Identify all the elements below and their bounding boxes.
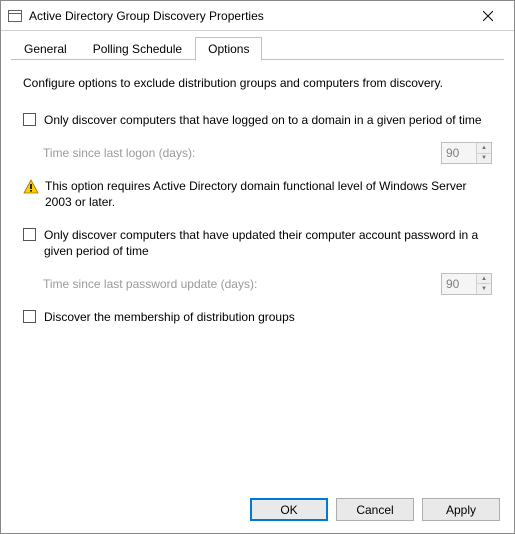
spinner-logon-days[interactable]: 90 ▲ ▼ [441,142,492,164]
option-logon-row: Only discover computers that have logged… [23,112,492,128]
ok-button[interactable]: OK [250,498,328,521]
spinner-password-buttons: ▲ ▼ [476,274,491,294]
intro-text: Configure options to exclude distributio… [23,76,492,90]
spinner-password-days[interactable]: 90 ▲ ▼ [441,273,492,295]
titlebar: Active Directory Group Discovery Propert… [1,1,514,31]
warning-text: This option requires Active Directory do… [45,178,492,210]
subrow-logon-days: Time since last logon (days): 90 ▲ ▼ [43,142,492,164]
label-distribution: Discover the membership of distribution … [44,309,492,325]
window-title: Active Directory Group Discovery Propert… [29,9,468,23]
apply-button[interactable]: Apply [422,498,500,521]
close-button[interactable] [468,2,508,30]
app-icon [7,8,23,24]
dialog-footer: OK Cancel Apply [1,488,514,533]
spinner-logon-buttons: ▲ ▼ [476,143,491,163]
subrow-password-days: Time since last password update (days): … [43,273,492,295]
label-logon: Only discover computers that have logged… [44,112,492,128]
spinner-down-icon[interactable]: ▼ [477,284,491,294]
spinner-up-icon[interactable]: ▲ [477,274,491,285]
cancel-button[interactable]: Cancel [336,498,414,521]
tabstrip: General Polling Schedule Options [1,31,514,60]
spinner-down-icon[interactable]: ▼ [477,154,491,164]
label-password: Only discover computers that have update… [44,227,492,259]
tab-options[interactable]: Options [195,37,262,61]
tab-polling-schedule[interactable]: Polling Schedule [80,37,195,60]
spinner-password-value[interactable]: 90 [442,274,476,294]
warning-icon [23,179,39,195]
dialog-window: Active Directory Group Discovery Propert… [0,0,515,534]
option-password-row: Only discover computers that have update… [23,227,492,259]
label-password-days: Time since last password update (days): [43,277,441,291]
warning-row: This option requires Active Directory do… [23,178,492,210]
label-logon-days: Time since last logon (days): [43,146,441,160]
checkbox-password[interactable] [23,228,36,241]
tab-content: Configure options to exclude distributio… [1,60,514,488]
checkbox-logon[interactable] [23,113,36,126]
spinner-logon-value[interactable]: 90 [442,143,476,163]
checkbox-distribution[interactable] [23,310,36,323]
spinner-up-icon[interactable]: ▲ [477,143,491,154]
option-distribution-row: Discover the membership of distribution … [23,309,492,325]
tab-general[interactable]: General [11,37,80,60]
